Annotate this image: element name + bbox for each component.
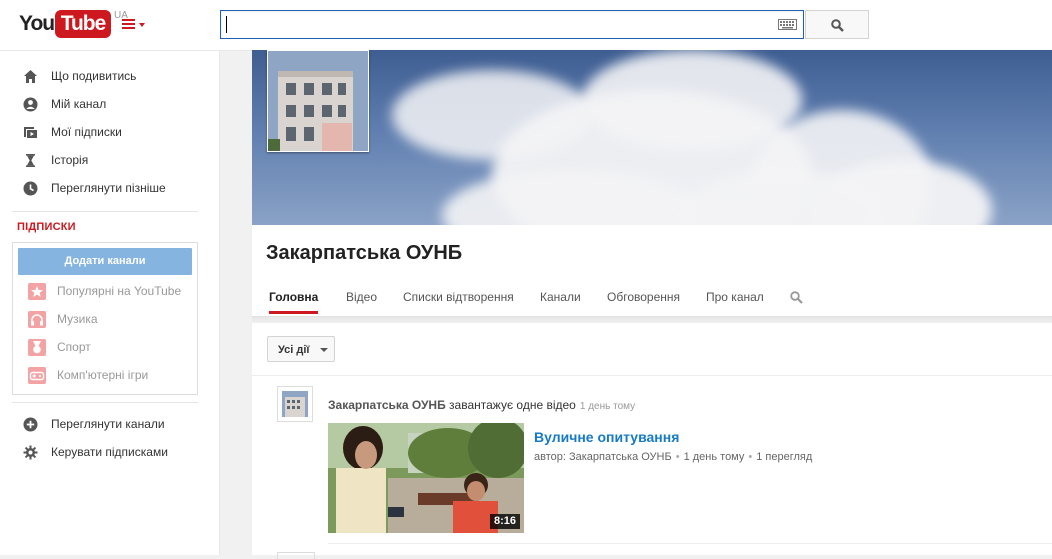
tab-discussion[interactable]: Обговорення [607,290,680,311]
logo-tube-text: Tube [55,10,111,38]
guide-item-label: Мій канал [51,97,107,111]
subscription-item-music[interactable]: Музика [13,306,197,332]
guide-item-what-to-watch[interactable]: Що подивитись [0,62,219,90]
guide-item-history[interactable]: Історія [0,146,219,174]
feed-divider [328,543,1052,544]
guide-item-label: Що подивитись [51,69,137,83]
channel-tabs: Головна Відео Списки відтворення Канали … [252,290,1052,316]
guide-divider [12,402,198,403]
home-icon [24,70,37,83]
guide-item-my-channel[interactable]: Мій канал [0,90,219,118]
video-duration: 8:16 [489,514,520,529]
subscription-item-label: Комп'ютерні ігри [57,368,149,382]
activity-feed: Усі дії Закарпатська ОУНБ завантажує одн… [252,323,1052,559]
caret-down-icon [320,348,328,352]
tab-videos[interactable]: Відео [346,290,377,311]
tab-channels[interactable]: Канали [540,290,581,311]
next-feed-item-avatar [277,552,315,559]
star-icon [28,283,46,300]
subscription-item-label: Спорт [57,340,91,354]
guide-item-label: Переглянути пізніше [51,181,166,195]
masthead: You Tube UA [0,0,1052,51]
guide-item-label: Переглянути канали [51,417,165,431]
subscriptions-heading: ПІДПИСКИ [17,221,76,233]
feed-item-avatar[interactable] [277,386,313,422]
guide-item-label: Мої підписки [51,125,122,139]
feed-item-header: Закарпатська ОУНБ завантажує одне відео 1… [328,398,635,412]
channel-title: Закарпатська ОУНБ [266,242,463,264]
keyboard-icon[interactable] [778,19,797,30]
video-title-link[interactable]: Вуличне опитування [534,429,679,445]
gamepad-icon [28,367,46,384]
gear-icon [23,445,38,460]
tab-playlists[interactable]: Списки відтворення [403,290,514,311]
medal-icon [28,339,46,356]
meta-separator: • [748,451,753,463]
logo-you-text: You [19,12,55,35]
meta-separator: • [675,451,680,463]
subscription-item-label: Популярні на YouTube [57,284,182,298]
channel-banner [252,50,1052,225]
video-views: 1 перегляд [756,451,813,463]
feed-item-time: 1 день тому [579,401,636,412]
hourglass-icon [26,154,35,167]
guide-item-watch-later[interactable]: Переглянути пізніше [0,174,219,202]
user-icon [23,97,38,112]
search-input[interactable] [225,14,769,36]
channel-avatar[interactable] [267,50,369,152]
caret-down-icon [139,23,145,27]
guide-menu-button[interactable] [122,16,148,34]
activity-filter-dropdown[interactable]: Усі дії [267,336,335,362]
guide-item-label: Історія [51,153,89,167]
guide-item-manage-subscriptions[interactable]: Керувати підписками [0,438,219,466]
building-image [268,51,368,151]
clock-icon [23,181,38,196]
video-meta: автор: Закарпатська ОУНБ • 1 день тому • 1 п… [534,451,812,463]
guide-divider [12,211,198,212]
subscription-item-sport[interactable]: Спорт [13,334,197,360]
filter-label: Усі дії [278,344,310,356]
guide-item-browse-channels[interactable]: Переглянути канали [0,410,219,438]
subscriptions-box: Додати канали Популярні на YouTube Музик… [12,242,198,395]
search-box [220,10,804,39]
tab-about[interactable]: Про канал [706,290,764,311]
building-thumb-image [282,391,308,417]
channel-search-icon[interactable] [790,291,803,304]
guide-item-my-subscriptions[interactable]: Мої підписки [0,118,219,146]
subscriptions-icon [24,127,37,138]
subscription-item-games[interactable]: Комп'ютерні ігри [13,362,197,388]
channel-page: Закарпатська ОУНБ Головна Відео Списки в… [252,50,1052,559]
search-icon [831,19,844,32]
guide-sidebar: Що подивитись Мій канал Мої підписки Іст… [0,51,220,555]
feed-divider [252,375,1052,376]
subscription-item-label: Музика [57,312,98,326]
feed-item-action: завантажує одне відео [445,398,576,412]
plus-circle-icon [23,417,38,432]
video-author[interactable]: автор: Закарпатська ОУНБ [534,451,672,463]
guide-item-label: Керувати підписками [51,445,168,459]
feed-item-author-link[interactable]: Закарпатська ОУНБ [328,398,446,412]
headphones-icon [28,311,46,328]
tab-home[interactable]: Головна [269,290,319,314]
subscription-item-popular[interactable]: Популярні на YouTube [13,278,197,304]
add-channels-button[interactable]: Додати канали [18,248,192,275]
video-age: 1 день тому [683,451,745,463]
video-thumbnail[interactable]: 8:16 [328,423,524,533]
search-button[interactable] [805,10,869,39]
